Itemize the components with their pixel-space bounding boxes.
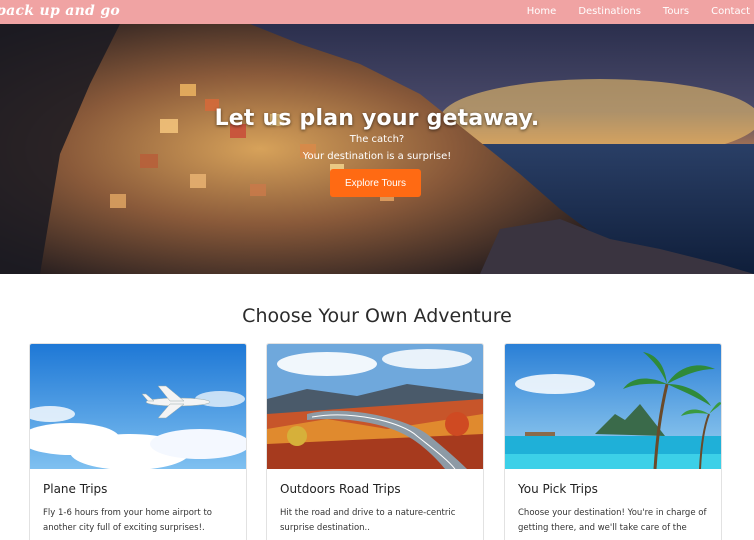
- hero-subtitle-2: Your destination is a surprise!: [302, 151, 452, 162]
- card-title: Plane Trips: [43, 482, 108, 496]
- road-image: [267, 344, 483, 469]
- card-you-pick-trips[interactable]: You Pick Trips Choose your destination! …: [504, 343, 722, 540]
- hero-banner: Let us plan your getaway. The catch? You…: [0, 24, 754, 274]
- navbar: pack up and go Home Destinations Tours C…: [0, 0, 754, 24]
- nav-link-home[interactable]: Home: [516, 0, 568, 24]
- card-plane-trips[interactable]: Plane Trips Fly 1-6 hours from your home…: [29, 343, 247, 540]
- island-image: [505, 344, 721, 469]
- explore-tours-button[interactable]: Explore Tours: [330, 169, 421, 197]
- card-text: Choose your destination! You're in charg…: [518, 508, 707, 533]
- card-outdoors-road-trips[interactable]: Outdoors Road Trips Hit the road and dri…: [266, 343, 484, 540]
- card-title: Outdoors Road Trips: [280, 482, 401, 496]
- nav-link-contact[interactable]: Contact: [700, 0, 754, 24]
- nav-link-destinations[interactable]: Destinations: [567, 0, 652, 24]
- section-title: Choose Your Own Adventure: [242, 305, 512, 327]
- hero-background-image: [0, 24, 754, 274]
- nav-links: Home Destinations Tours Contact: [516, 0, 754, 24]
- brand-logo[interactable]: pack up and go: [0, 0, 120, 24]
- hero-subtitle-1: The catch?: [349, 134, 405, 145]
- card-text: Fly 1-6 hours from your home airport to …: [43, 508, 212, 533]
- hero-title: Let us plan your getaway.: [214, 106, 540, 131]
- nav-link-tours[interactable]: Tours: [652, 0, 700, 24]
- plane-image: [30, 344, 246, 469]
- card-title: You Pick Trips: [518, 482, 598, 496]
- card-text: Hit the road and drive to a nature-centr…: [280, 508, 456, 533]
